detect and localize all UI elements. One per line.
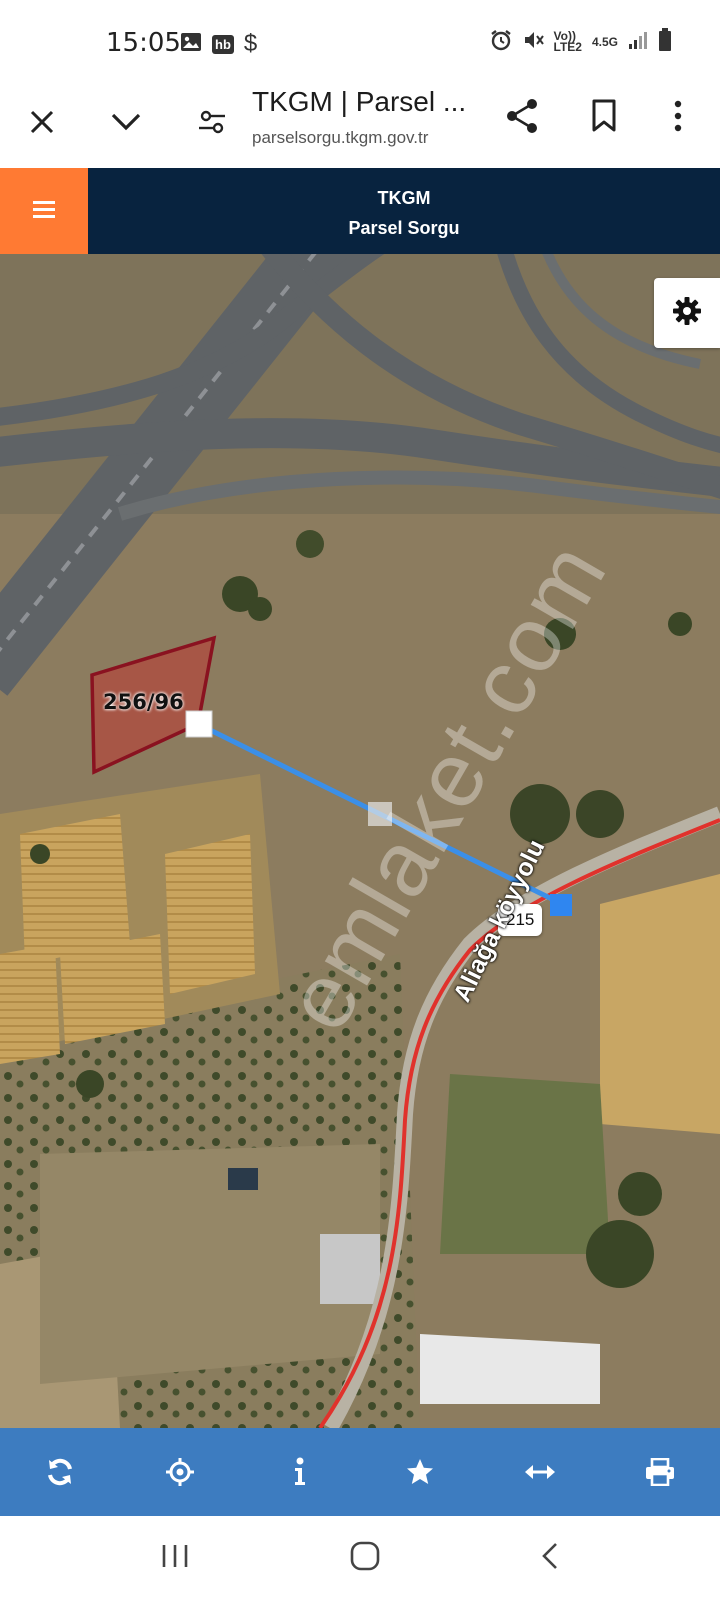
back-icon[interactable] [540, 1541, 560, 1576]
hb-icon: hb [212, 34, 234, 54]
measure-icon[interactable] [510, 1442, 570, 1502]
bookmark-icon[interactable] [582, 94, 626, 138]
system-navigation-bar [0, 1516, 720, 1600]
app-header: TKGM Parsel Sorgu [0, 168, 720, 254]
status-right-icons: Vo)) LTE2 4.5G [490, 28, 672, 55]
app-subtitle: Parsel Sorgu [348, 218, 460, 238]
image-icon [180, 32, 202, 57]
hamburger-icon [32, 199, 56, 224]
chevron-down-icon[interactable] [104, 102, 148, 142]
battery-icon [658, 28, 672, 55]
gear-icon [672, 296, 702, 331]
parcel-label[interactable]: 256/96 [103, 690, 184, 714]
network-type: 4.5G [591, 34, 618, 49]
map-settings-button[interactable] [654, 278, 720, 348]
menu-button[interactable] [0, 168, 88, 254]
app-title: TKGM [377, 188, 431, 208]
status-bar: 15:05 hb $ Vo)) LTE2 4.5G [0, 0, 720, 80]
info-icon[interactable] [270, 1442, 330, 1502]
site-settings-icon[interactable] [190, 100, 234, 144]
refresh-icon[interactable] [30, 1442, 90, 1502]
map-view[interactable]: emlaket.com 256/96 215 Aliağa köyyolu [0, 254, 720, 1428]
home-icon[interactable] [349, 1540, 381, 1577]
recent-apps-icon[interactable] [160, 1543, 190, 1574]
volte-indicator: Vo)) LTE2 [553, 30, 582, 54]
print-icon[interactable] [630, 1442, 690, 1502]
share-icon[interactable] [500, 94, 544, 138]
page-url[interactable]: parselsorgu.tkgm.gov.tr [252, 128, 428, 148]
dollar-icon: $ [243, 30, 258, 57]
locate-icon[interactable] [150, 1442, 210, 1502]
favorite-icon[interactable] [390, 1442, 450, 1502]
more-options-icon[interactable] [660, 94, 696, 138]
page-title: TKGM | Parsel ... [252, 86, 467, 117]
mute-icon [522, 29, 544, 54]
map-toolbar [0, 1428, 720, 1516]
close-icon[interactable] [22, 102, 62, 142]
volte-bottom: LTE2 [553, 39, 582, 54]
status-left-icons: hb $ [180, 30, 257, 58]
browser-bar: TKGM | Parsel ... parselsorgu.tkgm.gov.t… [0, 80, 720, 168]
signal-icon [628, 30, 648, 53]
alarm-icon [490, 29, 512, 54]
status-time: 15:05 [106, 28, 181, 58]
